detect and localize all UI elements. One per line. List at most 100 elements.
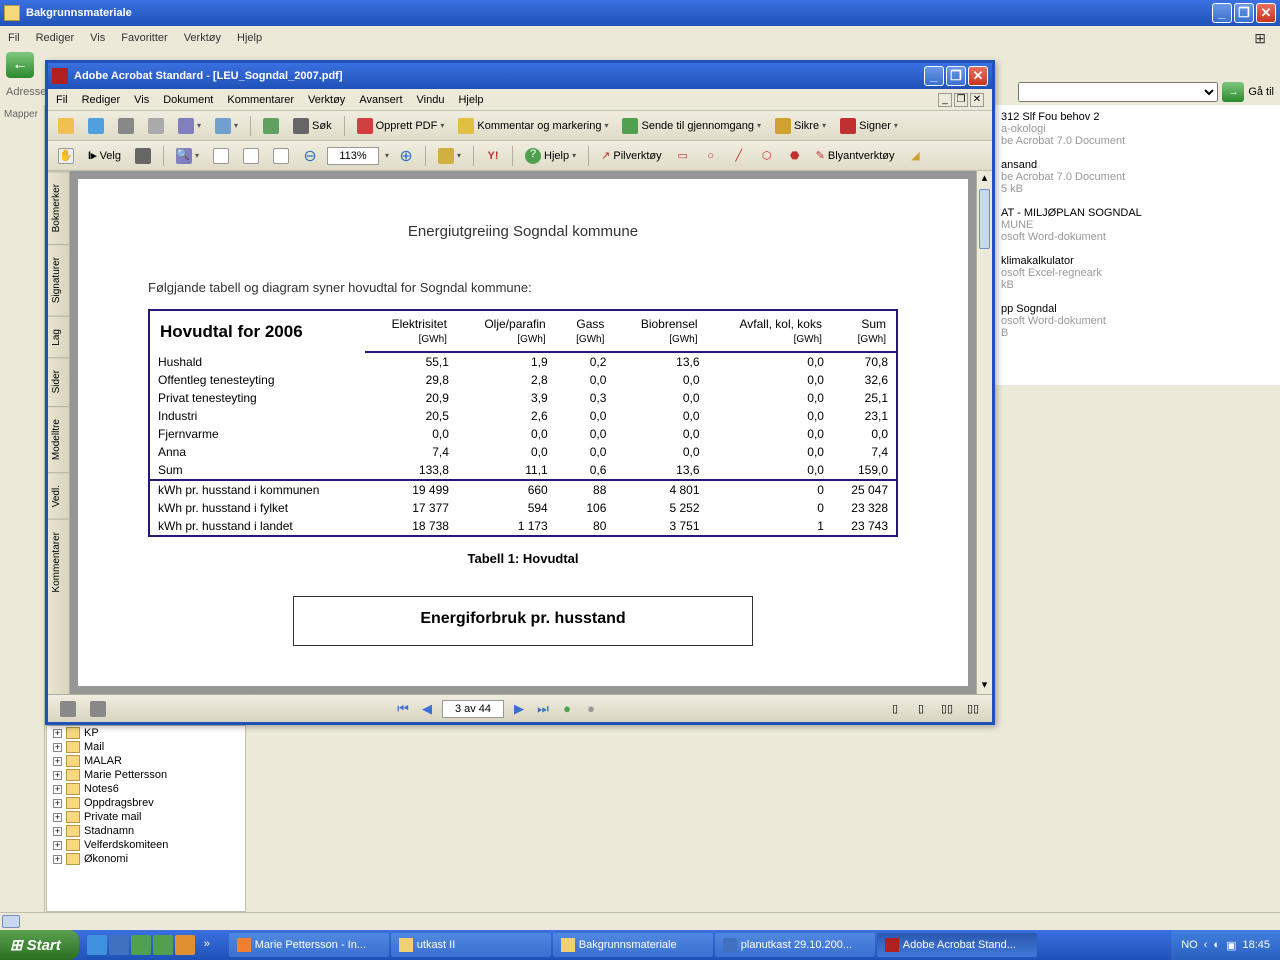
ql-ie-icon[interactable] — [87, 935, 107, 955]
menu-verktoy[interactable]: Verktøy — [184, 32, 221, 44]
oval-tool[interactable]: ○ — [700, 145, 722, 167]
ql-excel-icon[interactable] — [131, 935, 151, 955]
amenu-fil[interactable]: Fil — [56, 94, 68, 106]
snapshot-tool[interactable] — [131, 145, 155, 167]
navtab[interactable]: Lag — [48, 316, 69, 358]
search-button[interactable]: Søk — [289, 115, 336, 137]
zoom-input[interactable] — [327, 147, 379, 165]
tree-item[interactable]: +Mail — [47, 740, 245, 754]
h-scrollbar[interactable] — [0, 912, 1280, 930]
file-item[interactable]: klimakalkulatorosoft Excel-regnearkkB — [1001, 255, 1274, 291]
tree-item[interactable]: +Stadnamn — [47, 824, 245, 838]
acro-close-button[interactable]: ✕ — [968, 66, 988, 86]
view-facing-icon[interactable]: ▯▯ — [936, 698, 958, 720]
ql-word-icon[interactable] — [109, 935, 129, 955]
secure-button[interactable]: Sikre▾ — [771, 115, 830, 137]
mdi-restore[interactable]: ❐ — [954, 93, 968, 107]
taskbar-task[interactable]: Bakgrunnsmateriale — [553, 933, 713, 957]
start-button[interactable]: ⊞Start — [0, 930, 79, 960]
yahoo-button[interactable]: Y! — [482, 145, 504, 167]
help-button[interactable]: ?Hjelp▾ — [521, 145, 580, 167]
close-button[interactable]: ✕ — [1256, 3, 1276, 23]
zoom-out[interactable]: ⊖ — [299, 145, 321, 167]
fit-width[interactable] — [239, 145, 263, 167]
amenu-vindu[interactable]: Vindu — [417, 94, 445, 106]
rotate-button[interactable]: ▾ — [434, 145, 465, 167]
ql-app-icon[interactable] — [153, 935, 173, 955]
page-layout-icon[interactable] — [56, 698, 80, 720]
v-scrollbar[interactable]: ▴ ▾ — [976, 171, 992, 694]
fit-page[interactable] — [209, 145, 233, 167]
taskbar-task[interactable]: Adobe Acrobat Stand... — [877, 933, 1037, 957]
amenu-hjelp[interactable]: Hjelp — [458, 94, 483, 106]
go-button[interactable]: → — [1222, 82, 1244, 102]
navtab[interactable]: Kommentarer — [48, 519, 69, 605]
tree-item[interactable]: +Private mail — [47, 810, 245, 824]
menu-vis[interactable]: Vis — [90, 32, 105, 44]
acro-minimize-button[interactable]: _ — [924, 66, 944, 86]
tray-icon-2[interactable]: ▣ — [1226, 939, 1236, 952]
file-item[interactable]: AT - MILJØPLAN SOGNDALMUNEosoft Word-dok… — [1001, 207, 1274, 243]
tray-clock[interactable]: 18:45 — [1242, 939, 1270, 951]
save-web-button[interactable] — [84, 115, 108, 137]
amenu-verktoy[interactable]: Verktøy — [308, 94, 345, 106]
view-single-icon[interactable]: ▯ — [884, 698, 906, 720]
navtab[interactable]: Bokmerker — [48, 171, 69, 244]
taskbar-task[interactable]: utkast II — [391, 933, 551, 957]
address-input[interactable] — [1018, 82, 1218, 102]
document-viewport[interactable]: Energiutgreiing Sogndal kommune Følgjand… — [70, 171, 976, 694]
tree-item[interactable]: +Marie Pettersson — [47, 768, 245, 782]
tree-item[interactable]: +MALAR — [47, 754, 245, 768]
zoom-in-btn[interactable]: ⊕ — [395, 145, 417, 167]
zoom-tool[interactable]: 🔍▾ — [172, 145, 203, 167]
acro-maximize-button[interactable]: ❐ — [946, 66, 966, 86]
menu-fil[interactable]: Fil — [8, 32, 20, 44]
fit-visible[interactable] — [269, 145, 293, 167]
ql-app2-icon[interactable] — [175, 935, 195, 955]
navtab[interactable]: Signaturer — [48, 244, 69, 315]
sign-button[interactable]: Signer▾ — [836, 115, 902, 137]
next-page-button[interactable]: ▶ — [510, 700, 528, 718]
maximize-button[interactable]: ❐ — [1234, 3, 1254, 23]
file-item[interactable]: pp Sogndalosoft Word-dokumentB — [1001, 303, 1274, 339]
open-button[interactable] — [54, 115, 78, 137]
scroll-down-icon[interactable]: ▾ — [977, 678, 992, 694]
file-item[interactable]: 312 Slf Fou behov 2a-okologibe Acrobat 7… — [1001, 111, 1274, 147]
amenu-avansert[interactable]: Avansert — [359, 94, 402, 106]
scroll-up-icon[interactable]: ▴ — [977, 171, 992, 187]
taskbar-task[interactable]: Marie Pettersson - In... — [229, 933, 389, 957]
last-page-button[interactable]: ⏭ — [534, 700, 552, 718]
prev-page-button[interactable]: ◀ — [418, 700, 436, 718]
attach-button[interactable]: ▾ — [211, 115, 242, 137]
view-cont-icon[interactable]: ▯ — [910, 698, 932, 720]
first-page-button[interactable]: ⏮ — [394, 700, 412, 718]
eraser-tool[interactable]: ◢ — [905, 145, 927, 167]
polygon-tool[interactable]: ⬡ — [756, 145, 778, 167]
amenu-vis[interactable]: Vis — [134, 94, 149, 106]
tray-collapse-icon[interactable]: ‹ — [1204, 939, 1208, 951]
print-button[interactable] — [144, 115, 168, 137]
menu-rediger[interactable]: Rediger — [36, 32, 75, 44]
amenu-dokument[interactable]: Dokument — [163, 94, 213, 106]
tree-item[interactable]: +Oppdragsbrev — [47, 796, 245, 810]
view-cont-facing-icon[interactable]: ▯▯ — [962, 698, 984, 720]
navtab[interactable]: Sider — [48, 357, 69, 405]
mdi-minimize[interactable]: _ — [938, 93, 952, 107]
navtab[interactable]: Vedl. — [48, 472, 69, 519]
tree-item[interactable]: +Notes6 — [47, 782, 245, 796]
file-item[interactable]: ansandbe Acrobat 7.0 Document5 kB — [1001, 159, 1274, 195]
tree-item[interactable]: +Økonomi — [47, 852, 245, 866]
page-layout2-icon[interactable] — [86, 698, 110, 720]
tray-lang[interactable]: NO — [1181, 939, 1198, 951]
organize-button[interactable]: ▾ — [174, 115, 205, 137]
page-input[interactable] — [442, 700, 504, 718]
polygon2-tool[interactable]: ⬣ — [784, 145, 806, 167]
amenu-kommentarer[interactable]: Kommentarer — [227, 94, 294, 106]
save-button[interactable] — [114, 115, 138, 137]
amenu-rediger[interactable]: Rediger — [82, 94, 121, 106]
menu-favoritter[interactable]: Favoritter — [121, 32, 167, 44]
ql-expand-icon[interactable]: » — [197, 935, 217, 955]
select-tool[interactable]: I▸Velg — [84, 145, 125, 167]
tree-item[interactable]: +Velferdskomiteen — [47, 838, 245, 852]
nav-fwd-button[interactable]: ● — [582, 700, 600, 718]
